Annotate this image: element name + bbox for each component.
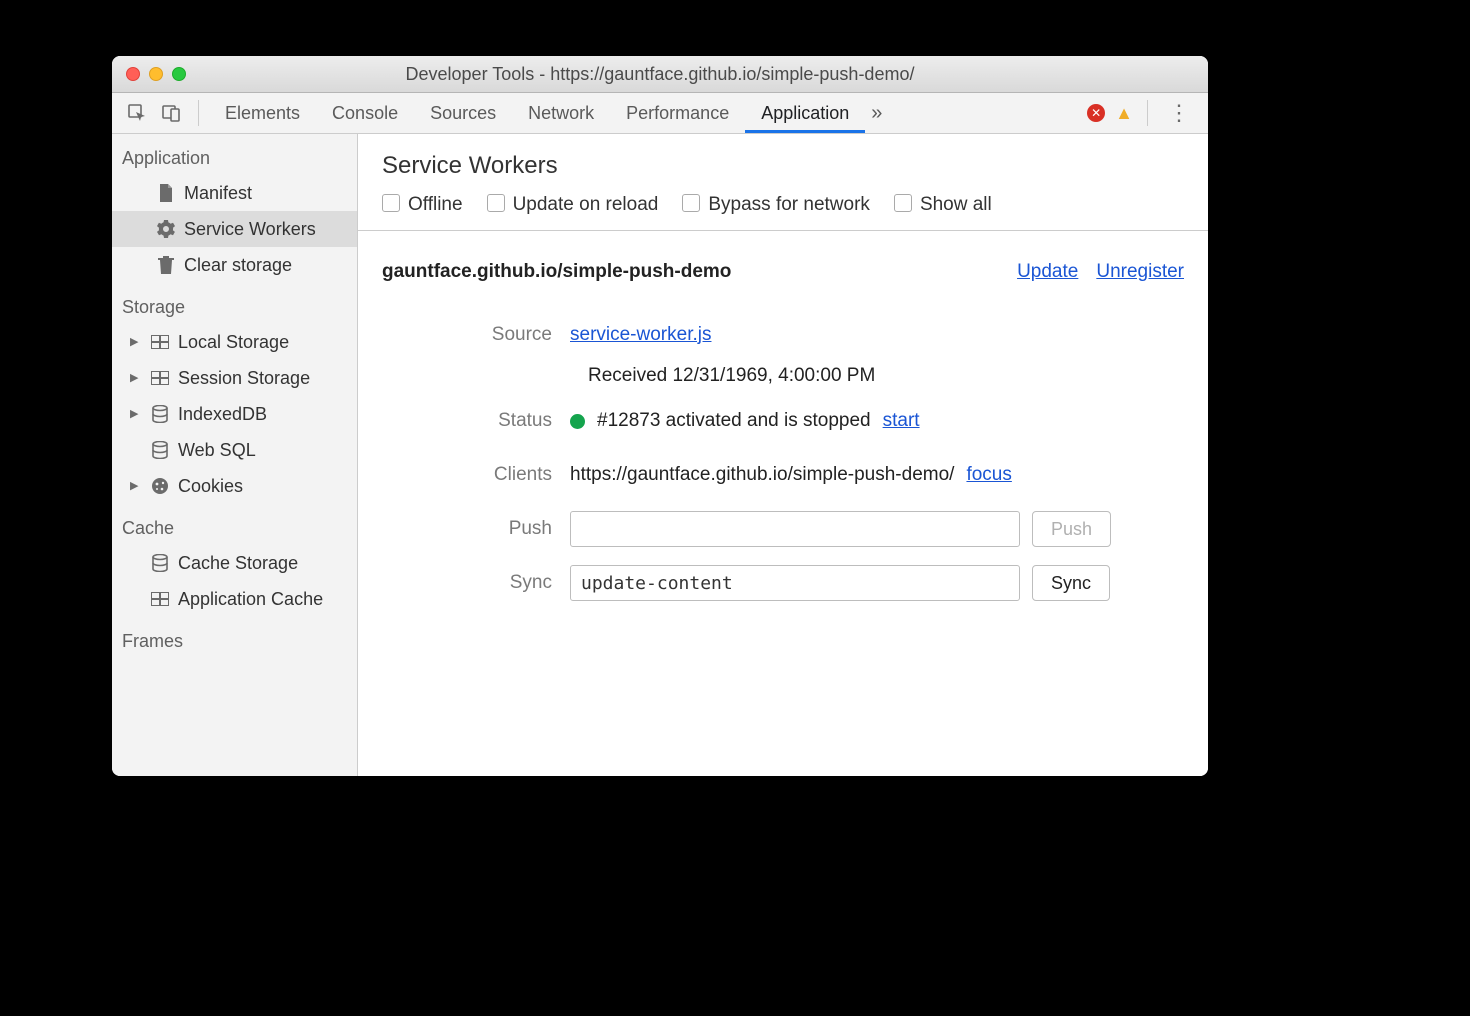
push-button[interactable]: Push [1032, 511, 1111, 547]
sidebar-item-session-storage[interactable]: ▶ Session Storage [112, 360, 357, 396]
sync-button[interactable]: Sync [1032, 565, 1110, 601]
table-icon [150, 368, 170, 388]
status-dot-icon [570, 414, 585, 429]
sidebar-item-label: Clear storage [184, 251, 292, 279]
sidebar-item-websql[interactable]: Web SQL [112, 432, 357, 468]
origin-label: gauntface.github.io/simple-push-demo [382, 261, 731, 283]
devtools-window: Developer Tools - https://gauntface.gith… [112, 56, 1208, 776]
group-frames: Frames [112, 617, 357, 658]
sidebar-item-label: Manifest [184, 179, 252, 207]
document-icon [156, 183, 176, 203]
start-link[interactable]: start [883, 410, 920, 432]
trash-icon [156, 255, 176, 275]
main-panel: Service Workers Offline Update on reload… [358, 134, 1208, 776]
sidebar-item-cache-storage[interactable]: Cache Storage [112, 545, 357, 581]
sidebar-item-label: IndexedDB [178, 400, 267, 428]
sidebar-item-cookies[interactable]: ▶ Cookies [112, 468, 357, 504]
origin-row: gauntface.github.io/simple-push-demo Upd… [358, 231, 1208, 291]
gear-icon [156, 219, 176, 239]
checkbox-show-all[interactable]: Show all [894, 194, 992, 216]
sw-toolbar: Offline Update on reload Bypass for netw… [358, 194, 1208, 231]
device-toggle-icon[interactable] [160, 102, 182, 124]
group-storage: Storage [112, 283, 357, 324]
more-menu-icon[interactable]: ⋮ [1168, 100, 1190, 126]
warning-icon[interactable]: ▲ [1115, 103, 1133, 124]
label-push: Push [382, 518, 570, 540]
titlebar: Developer Tools - https://gauntface.gith… [112, 56, 1208, 93]
window-title: Developer Tools - https://gauntface.gith… [112, 64, 1208, 85]
label-clients: Clients [382, 464, 570, 486]
push-input[interactable] [570, 511, 1020, 547]
separator [1147, 100, 1148, 126]
error-badge-icon[interactable]: ✕ [1087, 104, 1105, 122]
application-sidebar: Application Manifest Service Workers [112, 134, 358, 776]
table-icon [150, 332, 170, 352]
sidebar-item-label: Session Storage [178, 364, 310, 392]
inspect-icon[interactable] [126, 102, 148, 124]
sw-details: Source service-worker.js Received 12/31/… [358, 291, 1208, 627]
sidebar-item-manifest[interactable]: Manifest [112, 175, 357, 211]
focus-link[interactable]: focus [966, 464, 1011, 486]
database-icon [150, 404, 170, 424]
sidebar-item-application-cache[interactable]: Application Cache [112, 581, 357, 617]
unregister-link[interactable]: Unregister [1096, 261, 1184, 283]
devtools-body: Application Manifest Service Workers [112, 134, 1208, 776]
group-cache: Cache [112, 504, 357, 545]
tab-elements[interactable]: Elements [209, 93, 316, 133]
source-file-link[interactable]: service-worker.js [570, 324, 711, 346]
sidebar-item-label: Service Workers [184, 215, 316, 243]
group-application: Application [112, 134, 357, 175]
table-icon [150, 589, 170, 609]
devtools-tabbar: Elements Console Sources Network Perform… [112, 93, 1208, 134]
client-url: https://gauntface.github.io/simple-push-… [570, 464, 954, 486]
database-icon [150, 440, 170, 460]
source-received: Received 12/31/1969, 4:00:00 PM [382, 365, 1184, 387]
sidebar-item-label: Web SQL [178, 436, 256, 464]
checkbox-update-on-reload[interactable]: Update on reload [487, 194, 659, 216]
tab-application[interactable]: Application [745, 93, 865, 133]
sidebar-item-label: Cookies [178, 472, 243, 500]
database-icon [150, 553, 170, 573]
tabs-overflow-icon[interactable]: » [871, 102, 882, 125]
sidebar-item-clear-storage[interactable]: Clear storage [112, 247, 357, 283]
tab-performance[interactable]: Performance [610, 93, 745, 133]
sidebar-item-label: Application Cache [178, 585, 323, 613]
tab-sources[interactable]: Sources [414, 93, 512, 133]
checkbox-bypass[interactable]: Bypass for network [682, 194, 870, 216]
checkbox-offline[interactable]: Offline [382, 194, 463, 216]
sidebar-item-local-storage[interactable]: ▶ Local Storage [112, 324, 357, 360]
page-title: Service Workers [358, 134, 1208, 194]
sidebar-item-service-workers[interactable]: Service Workers [112, 211, 357, 247]
status-text: #12873 activated and is stopped [597, 410, 871, 432]
update-link[interactable]: Update [1017, 261, 1078, 283]
cookie-icon [150, 476, 170, 496]
label-status: Status [382, 410, 570, 432]
tab-network[interactable]: Network [512, 93, 610, 133]
sidebar-item-label: Cache Storage [178, 549, 298, 577]
sidebar-item-label: Local Storage [178, 328, 289, 356]
sync-input[interactable] [570, 565, 1020, 601]
label-source: Source [382, 324, 570, 346]
label-sync: Sync [382, 572, 570, 594]
sidebar-item-indexeddb[interactable]: ▶ IndexedDB [112, 396, 357, 432]
tab-console[interactable]: Console [316, 93, 414, 133]
separator [198, 100, 199, 126]
